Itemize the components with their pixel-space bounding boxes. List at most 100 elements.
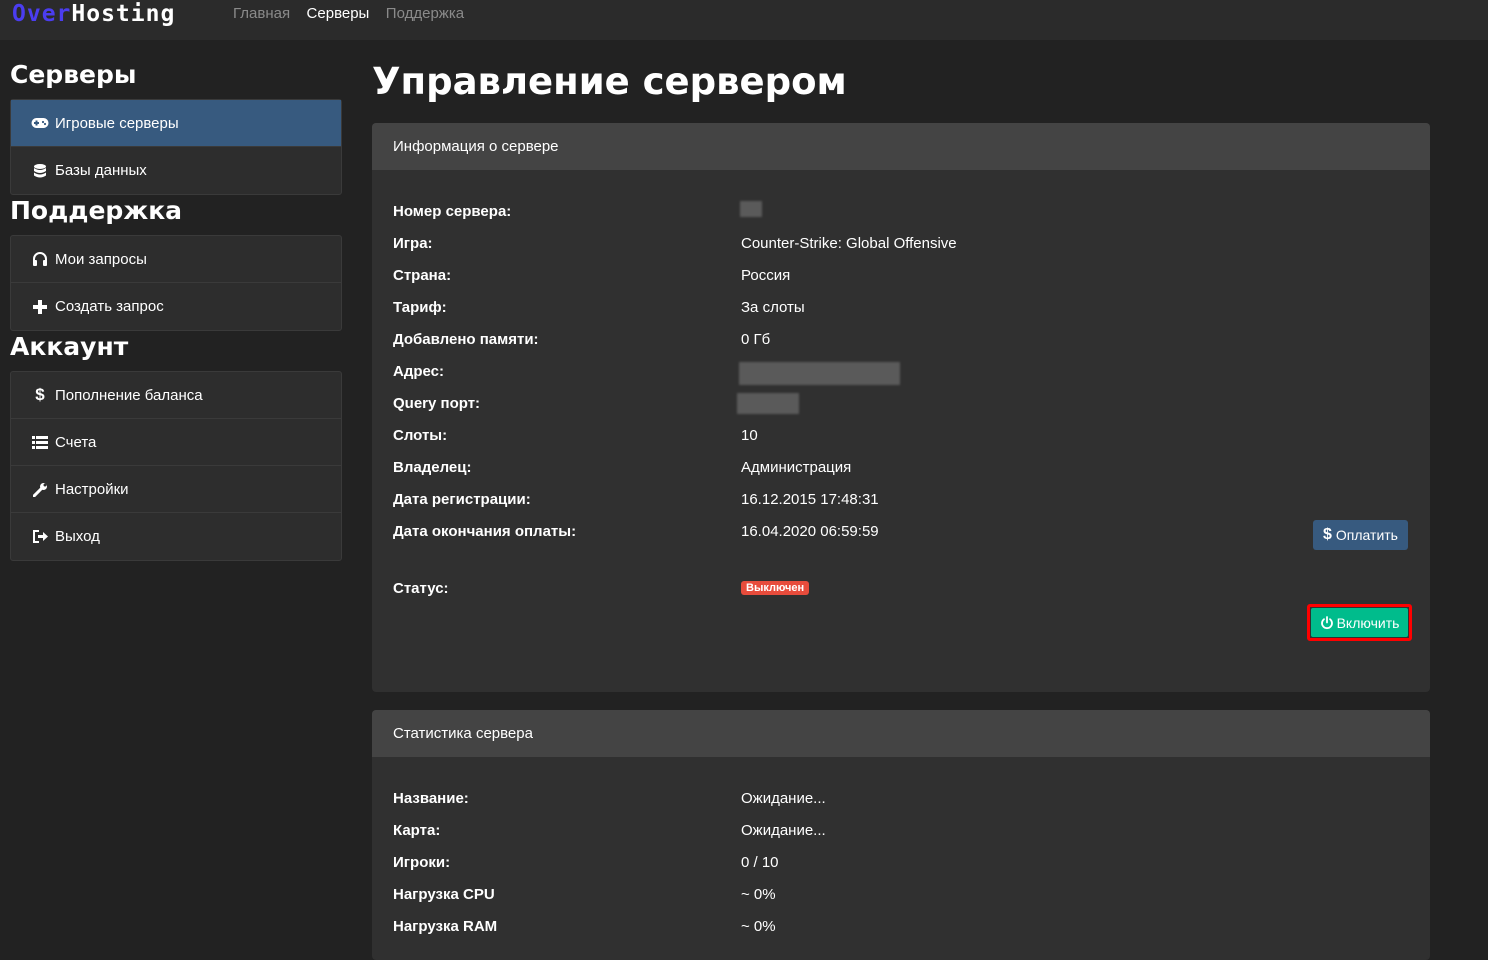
pay-button[interactable]: $ Оплатить [1313, 520, 1408, 550]
sidebar-item-label: Пополнение баланса [55, 386, 203, 404]
info-label: Слоты: [393, 427, 448, 444]
info-row-address: Адрес: [393, 362, 1403, 395]
info-row-status: Статус: Выключен [393, 580, 1403, 612]
logo[interactable]: OverHosting [12, 0, 175, 28]
info-row-slots: Слоты: 10 [393, 427, 1403, 459]
stats-label: Нагрузка RAM [393, 918, 498, 935]
info-value: 16.04.2020 06:59:59 [741, 523, 879, 540]
page-title: Управление сервером [372, 60, 847, 103]
nav-links: Главная Серверы Поддержка [233, 5, 476, 22]
info-label: Владелец: [393, 459, 472, 476]
stats-value: 0 / 10 [741, 854, 779, 871]
info-value: Россия [741, 267, 791, 284]
top-navbar: OverHosting Главная Серверы Поддержка [0, 0, 1488, 40]
sidebar-item-label: Игровые серверы [55, 114, 179, 132]
stats-row-ram: Нагрузка RAM ~ 0% [393, 918, 1403, 950]
gamepad-icon [31, 117, 49, 129]
start-button[interactable]: Включить [1311, 608, 1408, 637]
power-icon [1320, 615, 1333, 629]
sidebar-item-label: Выход [55, 528, 100, 545]
nav-link-servers[interactable]: Серверы [307, 5, 370, 22]
start-button-label: Включить [1336, 614, 1400, 631]
sidebar-item-label: Мои запросы [55, 250, 147, 268]
info-row-registration-date: Дата регистрации: 16.12.2015 17:48:31 [393, 491, 1403, 523]
sidebar-group-support: Мои запросы Создать запрос [10, 235, 342, 331]
stats-label: Нагрузка CPU [393, 886, 495, 903]
logout-icon [31, 530, 49, 543]
info-label: Тариф: [393, 299, 447, 316]
info-row-country: Страна: Россия [393, 267, 1403, 299]
info-value: Администрация [741, 459, 852, 476]
sidebar-item-invoices[interactable]: Счета [11, 419, 341, 466]
info-label: Добавлено памяти: [393, 331, 539, 348]
info-row-memory: Добавлено памяти: 0 Гб [393, 331, 1403, 363]
stats-label: Карта: [393, 822, 441, 839]
stats-value: ~ 0% [741, 918, 776, 935]
sidebar-item-my-requests[interactable]: Мои запросы [11, 236, 341, 283]
info-row-owner: Владелец: Администрация [393, 459, 1403, 491]
sidebar-item-label: Счета [55, 433, 97, 451]
stats-label: Название: [393, 790, 469, 807]
info-row-game: Игра: Counter-Strike: Global Offensive [393, 235, 1403, 267]
redacted-address [739, 362, 900, 385]
info-value: 16.12.2015 17:48:31 [741, 491, 879, 508]
stats-label: Игроки: [393, 854, 451, 871]
stats-row-cpu: Нагрузка CPU ~ 0% [393, 886, 1403, 918]
server-stats-heading: Статистика сервера [372, 710, 1430, 757]
sidebar-item-settings[interactable]: Настройки [11, 466, 341, 513]
stats-row-players: Игроки: 0 / 10 [393, 854, 1403, 886]
info-label: Страна: [393, 267, 452, 284]
stats-value: Ожидание... [741, 790, 826, 807]
sidebar-section-account-title: Аккаунт [10, 332, 129, 361]
database-icon [31, 163, 49, 178]
sidebar-item-databases[interactable]: Базы данных [11, 147, 341, 194]
nav-link-support[interactable]: Поддержка [386, 5, 464, 22]
nav-link-home[interactable]: Главная [233, 5, 290, 22]
redacted-query-port [737, 393, 799, 414]
sidebar-item-game-servers[interactable]: Игровые серверы [11, 100, 341, 147]
plus-icon [31, 299, 49, 314]
sidebar-section-servers-title: Серверы [10, 60, 137, 89]
info-label: Дата окончания оплаты: [393, 523, 577, 540]
info-value: 0 Гб [741, 331, 771, 348]
info-label: Игра: [393, 235, 433, 252]
sidebar-item-create-request[interactable]: Создать запрос [11, 283, 341, 330]
info-row-expiry-date: Дата окончания оплаты: 16.04.2020 06:59:… [393, 523, 1403, 555]
info-row-tariff: Тариф: За слоты [393, 299, 1403, 331]
sidebar-item-balance[interactable]: $ Пополнение баланса [11, 372, 341, 419]
wrench-icon [31, 482, 49, 497]
sidebar-item-label: Создать запрос [55, 298, 164, 315]
info-label: Адрес: [393, 363, 444, 380]
dollar-icon: $ [1323, 526, 1332, 543]
stats-row-map: Карта: Ожидание... [393, 822, 1403, 854]
sidebar-section-support-title: Поддержка [10, 196, 183, 225]
sidebar-item-label: Настройки [55, 480, 129, 498]
sidebar-group-servers: Игровые серверы Базы данных [10, 99, 342, 195]
info-value: За слоты [741, 299, 805, 316]
logo-part-hosting: Hosting [71, 1, 176, 27]
status-badge: Выключен [741, 581, 810, 595]
server-stats-panel: Статистика сервера Название: Ожидание...… [372, 710, 1430, 960]
list-icon [31, 435, 49, 449]
info-row-query-port: Query порт: [393, 393, 1403, 427]
headphones-icon [31, 252, 49, 266]
sidebar-group-account: $ Пополнение баланса Счета Настройки Вых… [10, 371, 342, 561]
info-label: Query порт: [393, 395, 481, 412]
sidebar-item-label: Базы данных [55, 162, 147, 179]
info-value: 10 [741, 427, 758, 444]
info-label: Номер сервера: [393, 203, 512, 220]
logo-part-over: Over [12, 1, 72, 27]
sidebar-item-logout[interactable]: Выход [11, 513, 341, 560]
server-info-panel: Информация о сервере Номер сервера: Игра… [372, 123, 1430, 692]
stats-value: ~ 0% [741, 886, 776, 903]
stats-row-name: Название: Ожидание... [393, 790, 1403, 822]
info-value: Counter-Strike: Global Offensive [741, 235, 957, 252]
start-button-highlight: Включить [1307, 604, 1412, 641]
server-info-heading: Информация о сервере [372, 123, 1430, 170]
info-label: Дата регистрации: [393, 491, 531, 508]
redacted-server-number [740, 201, 762, 217]
stats-value: Ожидание... [741, 822, 826, 839]
dollar-icon: $ [35, 385, 45, 404]
info-row-server-number: Номер сервера: [393, 201, 1403, 235]
pay-button-label: Оплатить [1335, 527, 1398, 543]
